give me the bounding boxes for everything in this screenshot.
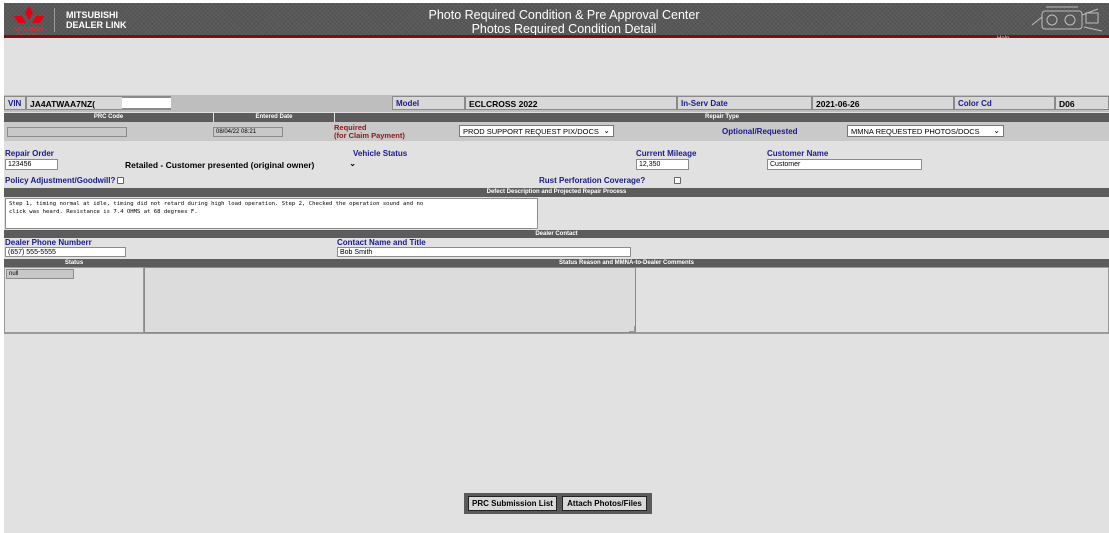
brand-line-2: DEALER LINK [66, 20, 127, 30]
vin-input-tail[interactable] [122, 97, 172, 109]
prc-code-header: PRC Code [4, 113, 213, 122]
vehicle-status-value: Retailed - Customer presented (original … [125, 160, 315, 170]
attach-photos-button[interactable]: Attach Photos/Files [562, 496, 647, 511]
status-field[interactable]: null [6, 269, 74, 279]
engine-graphic-icon [1031, 6, 1103, 32]
required-select-value: PROD SUPPORT REQUEST PIX/DOCS [463, 127, 599, 136]
color-code-label: Color Cd [954, 96, 1055, 110]
vin-spacer [171, 96, 391, 110]
rust-perforation-label: Rust Perforation Coverage? [539, 176, 646, 185]
customer-name-input[interactable]: Customer [767, 159, 922, 170]
dealer-contact-header: Dealer Contact [4, 230, 1109, 238]
header-divider [54, 8, 55, 32]
customer-name-label: Customer Name [767, 149, 829, 158]
page-title: Photo Required Condition & Pre Approval … [304, 8, 824, 36]
header-accent-line [4, 35, 1109, 38]
current-mileage-input[interactable]: 12,350 [636, 159, 689, 170]
in-serv-date-label: In-Serv Date [677, 96, 812, 110]
page: MITSUBISHI MOTORS MITSUBISHI DEALER LINK… [4, 3, 1109, 533]
model-label: Model [392, 96, 465, 110]
policy-adjustment-checkbox[interactable] [117, 177, 124, 184]
section-divider [4, 333, 1109, 334]
color-code-value: D06 [1055, 96, 1109, 110]
status-reason-header: Status Reason and MMNA-to-Dealer Comment… [144, 259, 1109, 267]
status-header: Status [4, 259, 144, 267]
optional-select-value: MMNA REQUESTED PHOTOS/DOCS [851, 127, 980, 136]
mitsubishi-logo: MITSUBISHI MOTORS [8, 5, 50, 39]
defect-description-textarea[interactable]: Step 1, timing normal at idle, timing di… [5, 198, 538, 229]
contact-name-input[interactable]: Bob Smith [337, 247, 631, 257]
required-label-sub: (for Claim Payment) [334, 131, 405, 140]
repair-order-input[interactable]: 123456 [5, 159, 58, 170]
brand-name: MITSUBISHI DEALER LINK [66, 10, 127, 30]
app-header: MITSUBISHI MOTORS MITSUBISHI DEALER LINK… [4, 3, 1109, 39]
contact-name-label: Contact Name and Title [337, 238, 426, 247]
dealer-phone-label: Dealer Phone Numberr [5, 238, 92, 247]
vin-label: VIN [4, 96, 26, 110]
optional-label: Optional/Requested [722, 127, 798, 136]
brand-line-1: MITSUBISHI [66, 10, 119, 20]
resize-handle-icon[interactable] [532, 223, 538, 229]
rust-perforation-checkbox[interactable] [674, 177, 681, 184]
chevron-down-icon: ⌄ [349, 159, 356, 168]
model-value: ECLCROSS 2022 [465, 96, 677, 110]
in-serv-date-value: 2021-06-26 [812, 96, 954, 110]
title-line-1: Photo Required Condition & Pre Approval … [428, 8, 700, 22]
policy-adjustment-label: Policy Adjustment/Goodwill? [5, 176, 116, 185]
title-line-2: Photos Required Condition Detail [471, 22, 657, 36]
status-reason-textarea[interactable] [144, 267, 636, 333]
required-select[interactable]: PROD SUPPORT REQUEST PIX/DOCS ⌄ [459, 125, 614, 137]
prc-submission-list-button[interactable]: PRC Submission List [468, 496, 557, 511]
optional-select[interactable]: MMNA REQUESTED PHOTOS/DOCS ⌄ [847, 125, 1004, 137]
help-link[interactable]: Help [997, 36, 1009, 42]
vehicle-status-label: Vehicle Status [353, 149, 408, 158]
required-label: Required (for Claim Payment) [334, 122, 458, 141]
vehicle-status-select[interactable]: Retailed - Customer presented (original … [122, 159, 359, 172]
chevron-down-icon: ⌄ [993, 126, 1000, 135]
defect-description-header: Defect Description and Projected Repair … [4, 188, 1109, 197]
prc-code-field[interactable] [7, 127, 127, 137]
dealer-phone-input[interactable]: (657) 555-5555 [5, 247, 126, 257]
current-mileage-label: Current Mileage [636, 149, 697, 158]
mitsubishi-diamonds-icon [14, 6, 44, 23]
chevron-down-icon: ⌄ [603, 126, 610, 135]
vehicle-info-row: VIN JA4ATWAA7NZ( Model ECLCROSS 2022 In-… [4, 95, 1109, 112]
entered-date-header: Entered Date [214, 113, 334, 122]
vin-text: JA4ATWAA7NZ( [30, 99, 96, 109]
repair-type-header: Repair Type [335, 113, 1109, 122]
repair-order-label: Repair Order [5, 149, 54, 158]
entered-date-field[interactable]: 08/04/22 08:21 [213, 127, 283, 137]
resize-handle-icon[interactable] [629, 326, 635, 332]
